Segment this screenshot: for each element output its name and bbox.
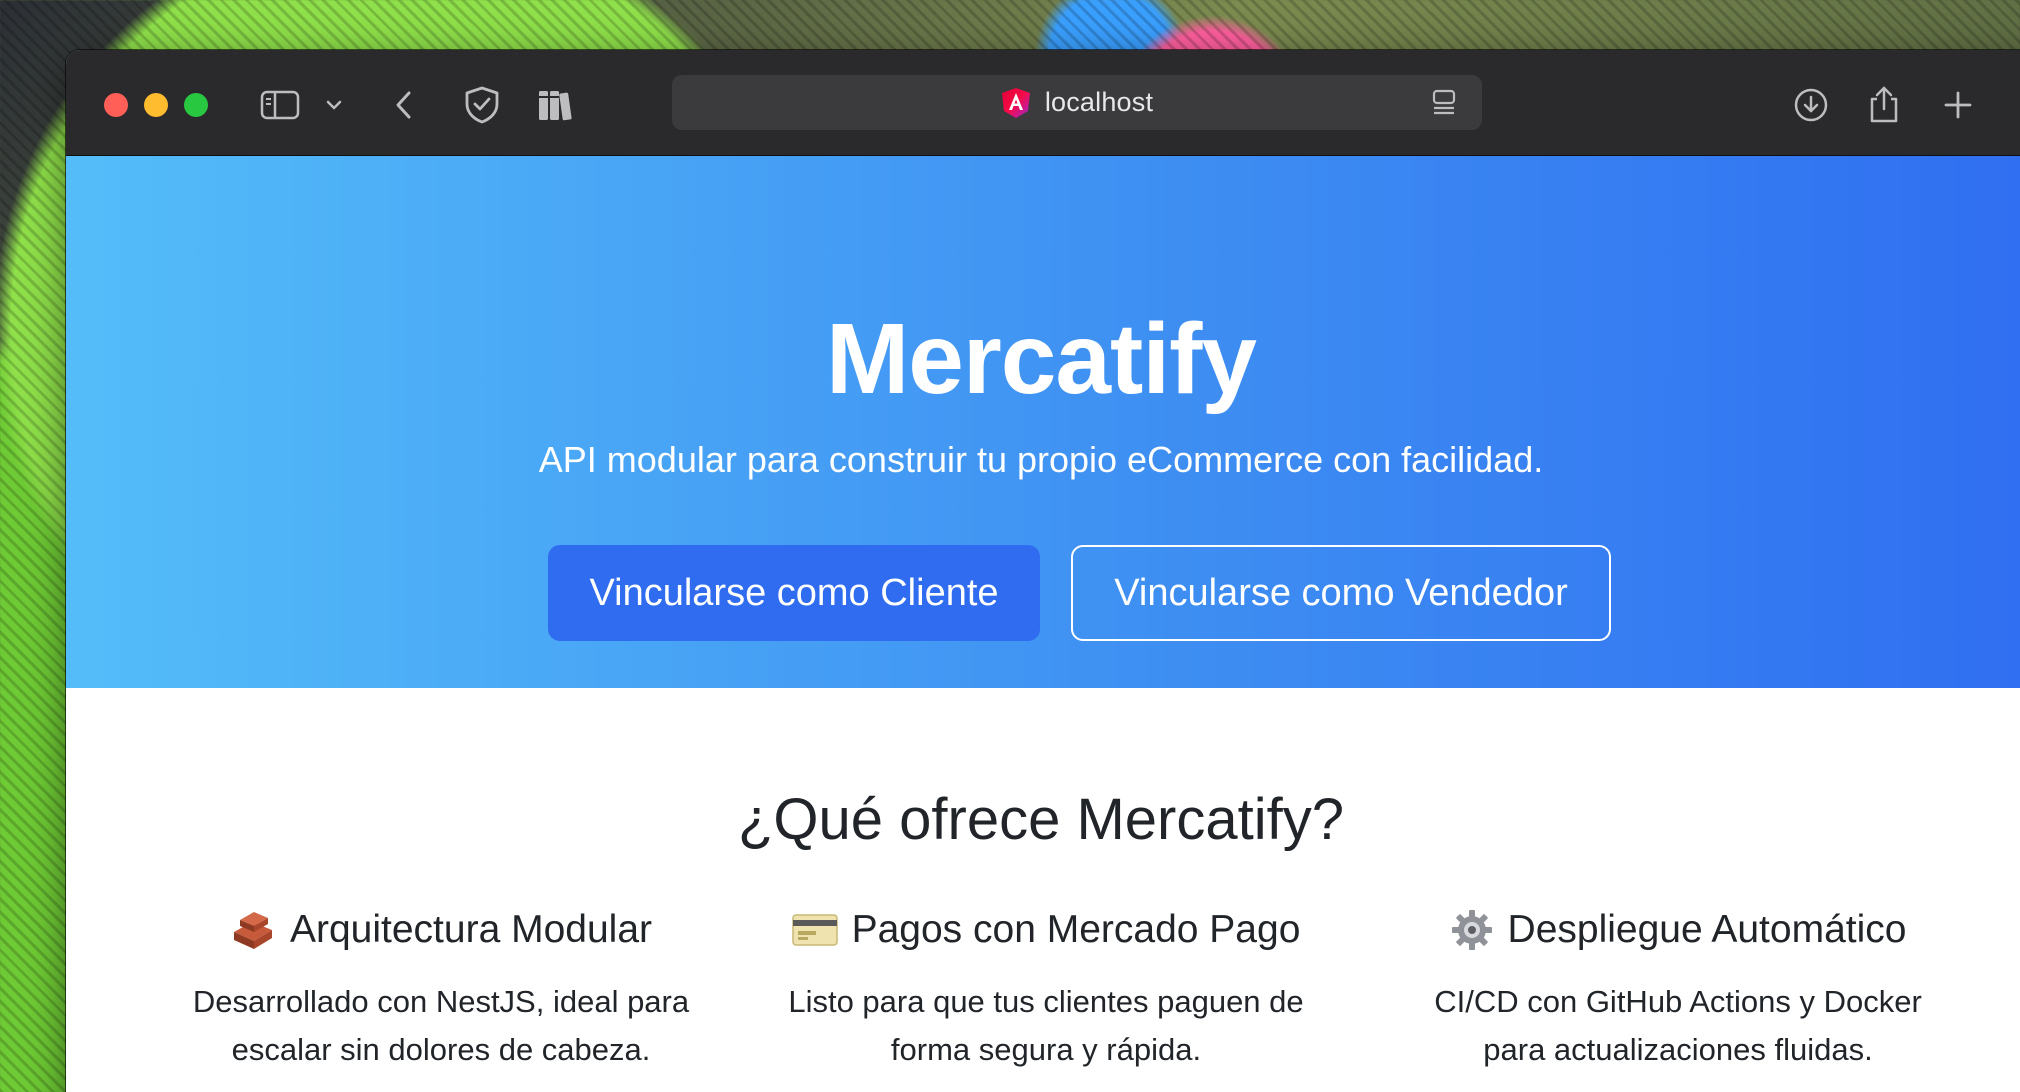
angular-logo-icon <box>1001 87 1030 118</box>
credit-card-icon <box>791 913 838 947</box>
bricks-icon <box>230 908 276 952</box>
chevron-down-icon[interactable] <box>324 80 344 130</box>
link-as-client-button[interactable]: Vincularse como Cliente <box>548 545 1040 641</box>
hero-section: Mercatify API modular para construir tu … <box>66 156 2020 688</box>
library-books-icon[interactable] <box>536 80 576 130</box>
sidebar-toggle-icon[interactable] <box>260 80 300 130</box>
feature-card-deploy: Despliegue Automático CI/CD con GitHub A… <box>1398 900 1958 1074</box>
close-window-button[interactable] <box>104 93 128 117</box>
hero-subtitle: API modular para construir tu propio eCo… <box>538 439 1544 480</box>
feature-card-modular: Arquitectura Modular Desarrollado con Ne… <box>161 900 721 1074</box>
feature-title: Arquitectura Modular <box>289 908 652 951</box>
new-tab-plus-icon[interactable] <box>1942 80 1974 130</box>
download-icon[interactable] <box>1793 80 1829 130</box>
feature-title: Despliegue Automático <box>1507 908 1907 951</box>
browser-toolbar: localhost <box>66 50 2020 156</box>
feature-description: Desarrollado con NestJS, ideal para esca… <box>192 984 690 1067</box>
url-text: localhost <box>1044 87 1154 117</box>
minimize-window-button[interactable] <box>144 93 168 117</box>
share-icon[interactable] <box>1867 80 1901 130</box>
feature-title: Pagos con Mercado Pago <box>851 908 1301 951</box>
link-as-seller-button[interactable]: Vincularse como Vendedor <box>1071 545 1611 641</box>
address-bar[interactable]: localhost <box>672 75 1482 130</box>
back-arrow-icon[interactable] <box>394 80 414 130</box>
feature-card-payments: Pagos con Mercado Pago Listo para que tu… <box>766 900 1326 1074</box>
zoom-window-button[interactable] <box>184 93 208 117</box>
hero-title: Mercatify <box>825 303 1257 415</box>
features-heading: ¿Qué ofrece Mercatify? <box>738 787 1344 852</box>
shield-icon[interactable] <box>462 80 502 130</box>
reader-mode-icon[interactable] <box>1432 89 1456 117</box>
gear-icon <box>1450 908 1494 952</box>
feature-description: CI/CD con GitHub Actions y Docker para a… <box>1434 984 1922 1067</box>
feature-description: Listo para que tus clientes paguen de fo… <box>788 984 1304 1067</box>
browser-window: localhost Mercatify API modular para con… <box>66 50 2020 1092</box>
